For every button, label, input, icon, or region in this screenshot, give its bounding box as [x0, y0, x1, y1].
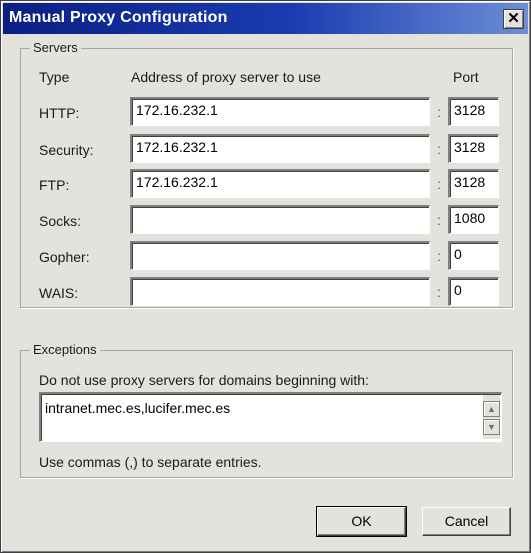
wais-port-separator: :: [437, 284, 441, 300]
exceptions-hint: Use commas (,) to separate entries.: [39, 454, 262, 470]
socks-address-input[interactable]: [130, 205, 430, 234]
http-address-input[interactable]: 172.16.232.1: [130, 97, 430, 126]
socks-label: Socks:: [39, 213, 82, 229]
exceptions-textarea[interactable]: intranet.mec.es,lucifer.mec.es ▲ ▼: [39, 392, 502, 442]
ftp-address-input[interactable]: 172.16.232.1: [130, 169, 430, 198]
security-label: Security:: [39, 142, 94, 158]
ok-button[interactable]: OK: [316, 506, 407, 537]
scroll-up-icon[interactable]: ▲: [483, 401, 500, 417]
wais-label: WAIS:: [39, 285, 79, 301]
address-column-header: Address of proxy server to use: [131, 69, 321, 85]
wais-port-input[interactable]: 0: [448, 277, 499, 306]
cancel-button[interactable]: Cancel: [422, 507, 511, 536]
security-port-input[interactable]: 3128: [448, 134, 499, 163]
dialog-title: Manual Proxy Configuration: [9, 9, 228, 26]
gopher-address-input[interactable]: [130, 241, 430, 270]
wais-address-input[interactable]: [130, 277, 430, 306]
gopher-port-input[interactable]: 0: [448, 241, 499, 270]
servers-group-label: Servers: [30, 40, 81, 55]
scroll-down-icon[interactable]: ▼: [483, 419, 500, 435]
proxy-config-dialog: Manual Proxy Configuration ✕ Servers Typ…: [0, 0, 531, 553]
gopher-label: Gopher:: [39, 249, 90, 265]
port-column-header: Port: [453, 69, 479, 85]
socks-port-separator: :: [437, 212, 441, 228]
exceptions-text: intranet.mec.es,lucifer.mec.es: [45, 400, 231, 416]
gopher-port-separator: :: [437, 248, 441, 264]
exceptions-group-label: Exceptions: [30, 342, 100, 357]
close-icon[interactable]: ✕: [503, 9, 524, 29]
ftp-label: FTP:: [39, 177, 70, 193]
ftp-port-separator: :: [437, 176, 441, 192]
title-bar[interactable]: Manual Proxy Configuration ✕: [3, 3, 528, 34]
socks-port-input[interactable]: 1080: [448, 205, 499, 234]
type-column-header: Type: [39, 69, 70, 85]
ftp-port-input[interactable]: 3128: [448, 169, 499, 198]
http-port-separator: :: [437, 104, 441, 120]
http-port-input[interactable]: 3128: [448, 97, 499, 126]
exceptions-prompt: Do not use proxy servers for domains beg…: [39, 372, 369, 388]
exceptions-scrollbar[interactable]: ▲ ▼: [483, 395, 500, 439]
http-label: HTTP:: [39, 105, 80, 121]
security-address-input[interactable]: 172.16.232.1: [130, 134, 430, 163]
security-port-separator: :: [437, 141, 441, 157]
